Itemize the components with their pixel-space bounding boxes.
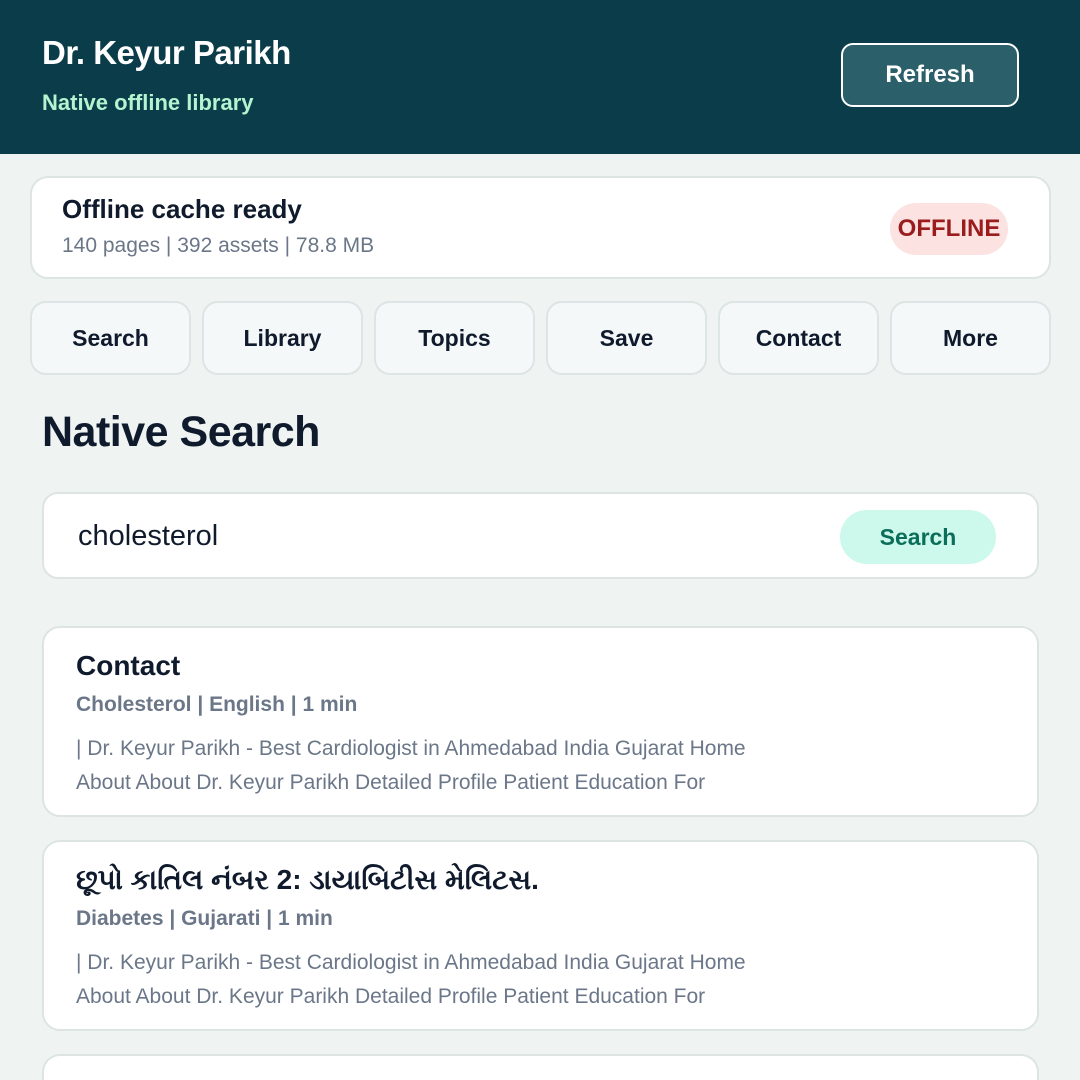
cache-status-title: Offline cache ready (62, 194, 302, 224)
page-title: Native Search (42, 408, 320, 456)
search-bar: Search (42, 492, 1039, 579)
tab-save[interactable]: Save (546, 301, 707, 375)
result-snippet: | Dr. Keyur Parikh - Best Cardiologist i… (76, 737, 746, 794)
tab-library[interactable]: Library (202, 301, 363, 375)
tab-contact[interactable]: Contact (718, 301, 879, 375)
result-snippet: | Dr. Keyur Parikh - Best Cardiologist i… (76, 951, 746, 1008)
app-header: Dr. Keyur Parikh Native offline library … (0, 0, 1080, 154)
result-meta: Cholesterol | English | 1 min (76, 693, 358, 716)
cache-status-card: Offline cache ready 140 pages | 392 asse… (30, 176, 1051, 279)
result-title: Contact (76, 650, 181, 681)
tab-more[interactable]: More (890, 301, 1051, 375)
result-title: છૂપો કાતિલ નંબર 2: ડાયાબિટીસ મેલિટસ. (76, 864, 539, 895)
cache-status-meta: 140 pages | 392 assets | 78.8 MB (62, 234, 375, 257)
offline-status-badge: OFFLINE (890, 203, 1008, 255)
refresh-button[interactable]: Refresh (841, 43, 1019, 107)
search-input[interactable] (78, 512, 818, 560)
app-title: Dr. Keyur Parikh (42, 34, 291, 71)
search-button[interactable]: Search (840, 510, 996, 564)
tab-nav: Search Library Topics Save Contact More (30, 301, 1051, 375)
search-result-item[interactable]: છૂપો કાતિલ નંબર 2: ડાયાબિટીસ મેલિટસ. Dia… (42, 840, 1039, 1031)
search-result-item[interactable]: Contact Cholesterol | English | 1 min | … (42, 626, 1039, 817)
app-subtitle: Native offline library (42, 90, 254, 115)
tab-topics[interactable]: Topics (374, 301, 535, 375)
tab-search[interactable]: Search (30, 301, 191, 375)
search-result-item[interactable] (42, 1054, 1039, 1080)
result-meta: Diabetes | Gujarati | 1 min (76, 907, 333, 930)
